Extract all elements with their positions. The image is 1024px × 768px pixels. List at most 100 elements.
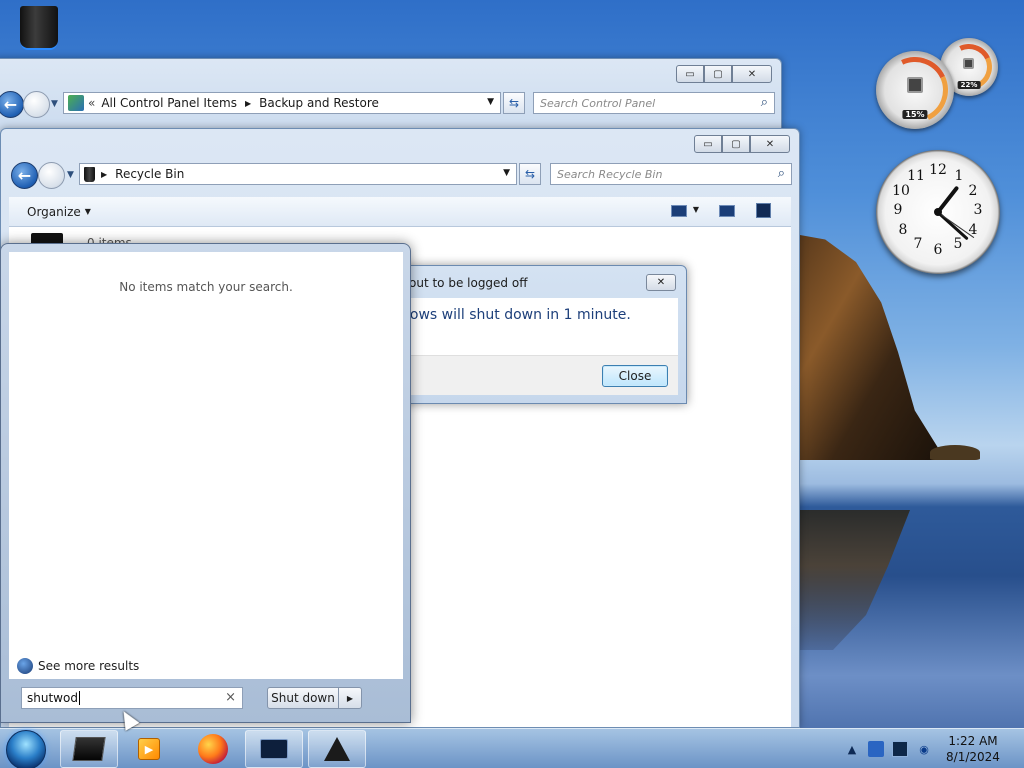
shut-down-options-arrow-icon[interactable]: ▶ <box>339 688 361 708</box>
wallpaper-reflection <box>800 510 910 650</box>
close-button[interactable]: ✕ <box>732 65 772 83</box>
minimize-icon: ▭ <box>703 138 713 150</box>
clock-number-2: 2 <box>968 183 978 199</box>
maximize-button[interactable]: ▢ <box>722 135 750 153</box>
recycle-bin-desktop-icon[interactable] <box>18 6 60 52</box>
back-button[interactable]: ← <box>11 162 38 189</box>
maximize-icon: ▢ <box>731 138 741 150</box>
maximize-button[interactable]: ▢ <box>704 65 732 83</box>
breadcrumb-separator-icon[interactable]: ▶ <box>245 99 251 108</box>
back-button[interactable]: ← <box>0 91 24 118</box>
close-button[interactable]: ✕ <box>750 135 790 153</box>
clock-number-3: 3 <box>973 202 983 218</box>
cpu-percent: 15% <box>902 110 928 119</box>
cpu-meter-gadget[interactable]: 15% <box>872 47 958 133</box>
address-dropdown-icon[interactable]: ▼ <box>487 97 494 107</box>
taskbar-control-panel-button[interactable] <box>245 730 303 768</box>
organize-menu[interactable]: Organize <box>27 205 81 219</box>
recent-pages-chevron-icon[interactable]: ▼ <box>67 170 74 180</box>
text-caret <box>78 691 80 705</box>
minimize-button[interactable]: ▭ <box>694 135 722 153</box>
view-chevron-icon[interactable]: ▼ <box>693 205 699 214</box>
clock-number-1: 1 <box>954 168 964 184</box>
clock-number-6: 6 <box>933 242 943 258</box>
ram-chip-icon <box>963 57 974 69</box>
search-placeholder: Search Recycle Bin <box>557 167 663 181</box>
search-icon[interactable]: ⌕ <box>761 95 768 110</box>
clock-number-10: 10 <box>892 183 910 199</box>
taskbar-date: 8/1/2024 <box>946 750 1000 764</box>
search-placeholder: Search Control Panel <box>540 96 656 110</box>
search-control-panel-input[interactable]: Search Control Panel ⌕ <box>533 92 775 114</box>
search-icon[interactable]: ⌕ <box>778 166 785 181</box>
maximize-icon: ▢ <box>713 68 723 80</box>
search-results-panel: No items match your search. See more res… <box>9 252 403 679</box>
cpu-chip-icon <box>907 77 923 94</box>
start-menu[interactable]: No items match your search. See more res… <box>0 243 411 723</box>
logoff-warning-dialog[interactable]: out to be logged off ✕ dows will shut do… <box>380 265 687 404</box>
close-icon: ✕ <box>765 138 775 150</box>
taskbar-warning-dialog-button[interactable] <box>308 730 366 768</box>
see-more-results-link[interactable]: See more results <box>17 658 139 674</box>
start-search-input[interactable]: shutwod × <box>21 687 243 709</box>
clock-number-8: 8 <box>898 222 908 238</box>
control-panel-icon <box>68 95 84 111</box>
help-icon[interactable] <box>756 203 771 218</box>
dialog-close-button[interactable]: Close <box>602 365 668 387</box>
start-orb-button[interactable] <box>6 730 46 768</box>
breadcrumb-overflow-icon[interactable]: « <box>88 96 95 110</box>
refresh-icon: ⇆ <box>508 96 520 110</box>
network-icon[interactable] <box>892 741 908 757</box>
minimize-icon: ▭ <box>685 68 695 80</box>
action-center-flag-icon[interactable] <box>868 741 884 757</box>
clear-search-icon[interactable]: × <box>225 690 236 705</box>
back-arrow-icon: ← <box>3 95 18 114</box>
organize-chevron-icon[interactable]: ▼ <box>85 207 91 216</box>
recent-pages-chevron-icon[interactable]: ▼ <box>51 99 58 109</box>
minimize-button[interactable]: ▭ <box>676 65 704 83</box>
see-more-results-label: See more results <box>38 659 140 673</box>
refresh-icon: ⇆ <box>524 167 536 181</box>
clock-center-pin <box>934 208 942 216</box>
command-bar: Organize ▼ ▼ <box>9 197 791 227</box>
dialog-message: dows will shut down in 1 minute. <box>401 307 631 323</box>
shut-down-button[interactable]: Shut down ▶ <box>267 687 362 709</box>
breadcrumb-separator-icon[interactable]: ▶ <box>101 170 107 179</box>
taskbar-recycle-bin-button[interactable] <box>60 730 118 768</box>
warning-icon <box>324 737 350 761</box>
control-panel-window-icon <box>260 739 288 759</box>
explorer-window-icon <box>72 737 106 761</box>
preview-pane-icon[interactable] <box>719 205 735 217</box>
back-arrow-icon: ← <box>17 166 32 185</box>
address-bar[interactable]: « All Control Panel Items ▶ Backup and R… <box>63 92 501 114</box>
search-recycle-bin-input[interactable]: Search Recycle Bin ⌕ <box>550 163 792 185</box>
clock-number-11: 11 <box>907 168 925 184</box>
address-dropdown-icon[interactable]: ▼ <box>503 168 510 178</box>
start-menu-bottom: shutwod × Shut down ▶ <box>9 679 403 719</box>
forward-button[interactable] <box>38 162 65 189</box>
volume-icon[interactable]: ◉ <box>916 741 932 757</box>
view-options-icon[interactable] <box>671 205 687 217</box>
clock-number-12: 12 <box>929 162 947 178</box>
clock-number-9: 9 <box>893 202 903 218</box>
breadcrumb-backup-restore[interactable]: Backup and Restore <box>259 96 379 110</box>
taskbar: ▶ ▲ ◉ 1:22 AM 8/1/2024 <box>0 728 1024 768</box>
no-results-message: No items match your search. <box>119 280 293 294</box>
caption-buttons: ▭ ▢ ✕ <box>694 135 790 153</box>
breadcrumb-control-panel[interactable]: All Control Panel Items <box>101 96 237 110</box>
taskbar-time: 1:22 AM <box>948 734 998 748</box>
clock-gadget[interactable]: 12 1 2 3 4 5 6 7 8 9 10 11 <box>876 150 1000 274</box>
breadcrumb-recycle-bin[interactable]: Recycle Bin <box>115 167 184 181</box>
show-hidden-icons-icon[interactable]: ▲ <box>844 741 860 757</box>
taskbar-media-player-button[interactable]: ▶ <box>120 730 178 768</box>
taskbar-clock[interactable]: 1:22 AM 8/1/2024 <box>940 733 1006 765</box>
dialog-close-x-button[interactable]: ✕ <box>646 274 676 291</box>
refresh-button[interactable]: ⇆ <box>503 92 525 114</box>
forward-button[interactable] <box>23 91 50 118</box>
address-bar[interactable]: ▶ Recycle Bin ▼ <box>79 163 517 185</box>
refresh-button[interactable]: ⇆ <box>519 163 541 185</box>
taskbar-firefox-button[interactable] <box>184 730 242 768</box>
caption-buttons: ▭ ▢ ✕ <box>676 65 772 83</box>
shut-down-label[interactable]: Shut down <box>268 688 339 708</box>
globe-icon <box>17 658 33 674</box>
